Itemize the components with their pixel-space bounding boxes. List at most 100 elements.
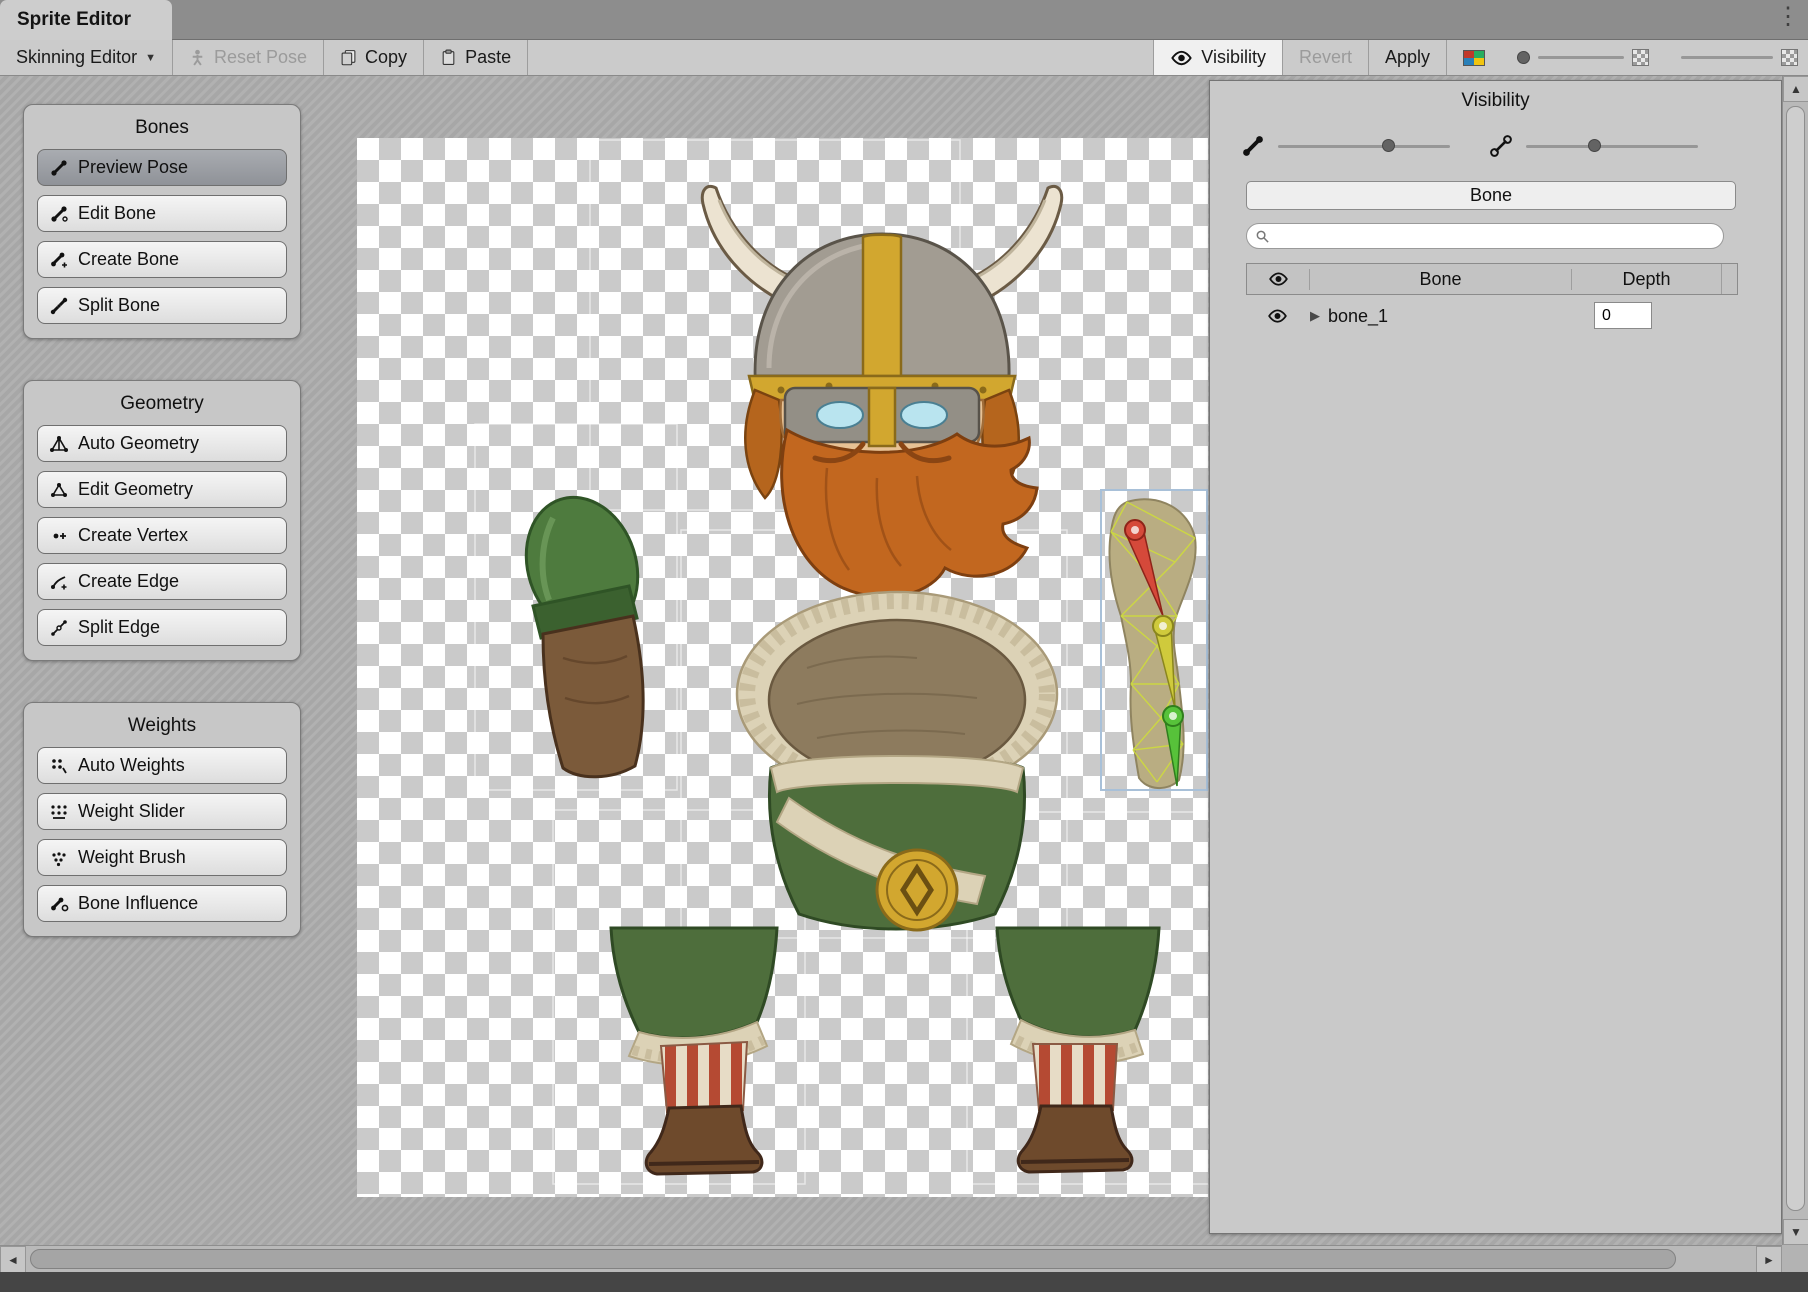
mesh-opacity-slider[interactable] <box>1665 40 1808 75</box>
split-edge-label: Split Edge <box>78 617 160 638</box>
scroll-up-arrow[interactable]: ▲ <box>1783 76 1808 102</box>
sprite-preview-swatch[interactable] <box>1447 40 1501 75</box>
sprite-alpha-slider[interactable] <box>1501 40 1665 75</box>
sprite-arm-selected[interactable] <box>1101 490 1207 790</box>
edit-bone-label: Edit Bone <box>78 203 156 224</box>
bone-influence-button[interactable]: Bone Influence <box>37 885 287 922</box>
edge-create-icon <box>49 572 69 592</box>
bone-depth-input[interactable] <box>1594 302 1652 329</box>
auto-weights-label: Auto Weights <box>78 755 185 776</box>
paste-label: Paste <box>465 47 511 68</box>
weights-brush-icon <box>49 848 69 868</box>
create-edge-button[interactable]: Create Edge <box>37 563 287 600</box>
scroll-left-arrow[interactable]: ◄ <box>0 1246 26 1273</box>
scroll-down-arrow[interactable]: ▼ <box>1783 1219 1808 1245</box>
auto-geometry-label: Auto Geometry <box>78 433 199 454</box>
preview-pose-button[interactable]: Preview Pose <box>37 149 287 186</box>
alpha-checker-icon <box>1632 49 1649 66</box>
scroll-right-arrow[interactable]: ► <box>1756 1246 1782 1273</box>
bone-table-header: Bone Depth <box>1246 263 1738 295</box>
bone-search-input[interactable] <box>1276 227 1715 245</box>
copy-button[interactable]: Copy <box>324 40 424 75</box>
skinning-editor-dropdown[interactable]: Skinning Editor ▼ <box>0 40 173 75</box>
slider-track[interactable] <box>1538 56 1624 59</box>
edit-geometry-button[interactable]: Edit Geometry <box>37 471 287 508</box>
horizontal-scrollbar[interactable]: ◄ ► <box>0 1245 1782 1272</box>
bones-toolbox: Bones Preview Pose Edit Bone Create Bone… <box>23 104 301 339</box>
skinning-editor-label: Skinning Editor <box>16 47 137 68</box>
sprite-mitten[interactable] <box>509 483 655 777</box>
mesh-edit-icon <box>49 480 69 500</box>
slider-track[interactable] <box>1526 145 1698 148</box>
eye-icon <box>1268 272 1289 286</box>
bone-filled-icon <box>1240 133 1266 159</box>
preview-pose-label: Preview Pose <box>78 157 188 178</box>
depth-column-header[interactable]: Depth <box>1571 269 1721 290</box>
slider-knob[interactable] <box>1588 139 1601 152</box>
header-tail <box>1721 264 1737 294</box>
copy-label: Copy <box>365 47 407 68</box>
vertical-scrollbar[interactable]: ▲ ▼ <box>1782 76 1808 1245</box>
create-vertex-button[interactable]: Create Vertex <box>37 517 287 554</box>
tab-sprite-editor[interactable]: Sprite Editor <box>0 0 172 40</box>
visibility-label: Visibility <box>1201 47 1266 68</box>
toolbar: Skinning Editor ▼ Reset Pose Copy Paste <box>0 40 1808 76</box>
bone-tab-label: Bone <box>1470 185 1512 206</box>
auto-weights-button[interactable]: Auto Weights <box>37 747 287 784</box>
apply-button[interactable]: Apply <box>1369 40 1447 75</box>
bone-opacity-slider[interactable] <box>1240 133 1450 159</box>
weight-brush-button[interactable]: Weight Brush <box>37 839 287 876</box>
bone-search <box>1246 223 1724 249</box>
reset-pose-label: Reset Pose <box>214 47 307 68</box>
horizontal-scroll-thumb[interactable] <box>30 1249 1676 1269</box>
create-bone-button[interactable]: Create Bone <box>37 241 287 278</box>
weight-slider-button[interactable]: Weight Slider <box>37 793 287 830</box>
slider-knob[interactable] <box>1382 139 1395 152</box>
edge-split-icon <box>49 618 69 638</box>
kebab-menu-icon[interactable]: ⋮ <box>1776 5 1800 29</box>
split-bone-button[interactable]: Split Bone <box>37 287 287 324</box>
split-edge-button[interactable]: Split Edge <box>37 609 287 646</box>
bone-row[interactable]: ▶ bone_1 <box>1246 299 1738 333</box>
visibility-panel: Visibility Bone <box>1209 80 1782 1234</box>
create-vertex-label: Create Vertex <box>78 525 188 546</box>
bone-create-icon <box>49 250 69 270</box>
sprite-editor-window: Sprite Editor ⋮ Skinning Editor ▼ Reset … <box>0 0 1808 1292</box>
vertex-create-icon <box>49 526 69 546</box>
eye-icon <box>1170 50 1193 66</box>
title-bar: Sprite Editor ⋮ <box>0 0 1808 40</box>
weights-slider-icon <box>49 802 69 822</box>
sprite-head[interactable] <box>702 186 1061 597</box>
scrollbar-corner <box>1782 1245 1808 1272</box>
visibility-column-header[interactable] <box>1247 272 1309 286</box>
disclosure-triangle-icon[interactable]: ▶ <box>1310 308 1320 324</box>
bone-tab-button[interactable]: Bone <box>1246 181 1736 210</box>
bone-edit-icon <box>49 204 69 224</box>
mesh-opacity-slider-panel[interactable] <box>1488 133 1698 159</box>
weight-brush-label: Weight Brush <box>78 847 186 868</box>
revert-button[interactable]: Revert <box>1283 40 1369 75</box>
bone-row-name[interactable]: bone_1 <box>1328 306 1388 327</box>
chevron-down-icon: ▼ <box>145 52 156 64</box>
visibility-toggle-button[interactable]: Visibility <box>1153 40 1283 75</box>
pose-figure-icon <box>189 49 206 66</box>
eye-icon <box>1267 309 1288 323</box>
reset-pose-button[interactable]: Reset Pose <box>173 40 324 75</box>
slider-track[interactable] <box>1278 145 1450 148</box>
bone-influence-icon <box>49 894 69 914</box>
slider-knob[interactable] <box>1517 51 1530 64</box>
edit-bone-button[interactable]: Edit Bone <box>37 195 287 232</box>
weights-toolbox-title: Weights <box>37 715 287 737</box>
vertical-scroll-thumb[interactable] <box>1786 106 1805 1211</box>
sprite-left-leg[interactable] <box>611 928 777 1174</box>
paste-button[interactable]: Paste <box>424 40 528 75</box>
bone-column-header[interactable]: Bone <box>1309 269 1571 290</box>
sprite-right-leg[interactable] <box>997 928 1159 1172</box>
sprite-torso[interactable] <box>737 592 1057 930</box>
bone-visibility-toggle[interactable] <box>1246 309 1308 323</box>
revert-label: Revert <box>1299 47 1352 68</box>
auto-geometry-button[interactable]: Auto Geometry <box>37 425 287 462</box>
bone-icon <box>49 158 69 178</box>
search-icon <box>1255 229 1270 244</box>
slider-track[interactable] <box>1681 56 1773 59</box>
